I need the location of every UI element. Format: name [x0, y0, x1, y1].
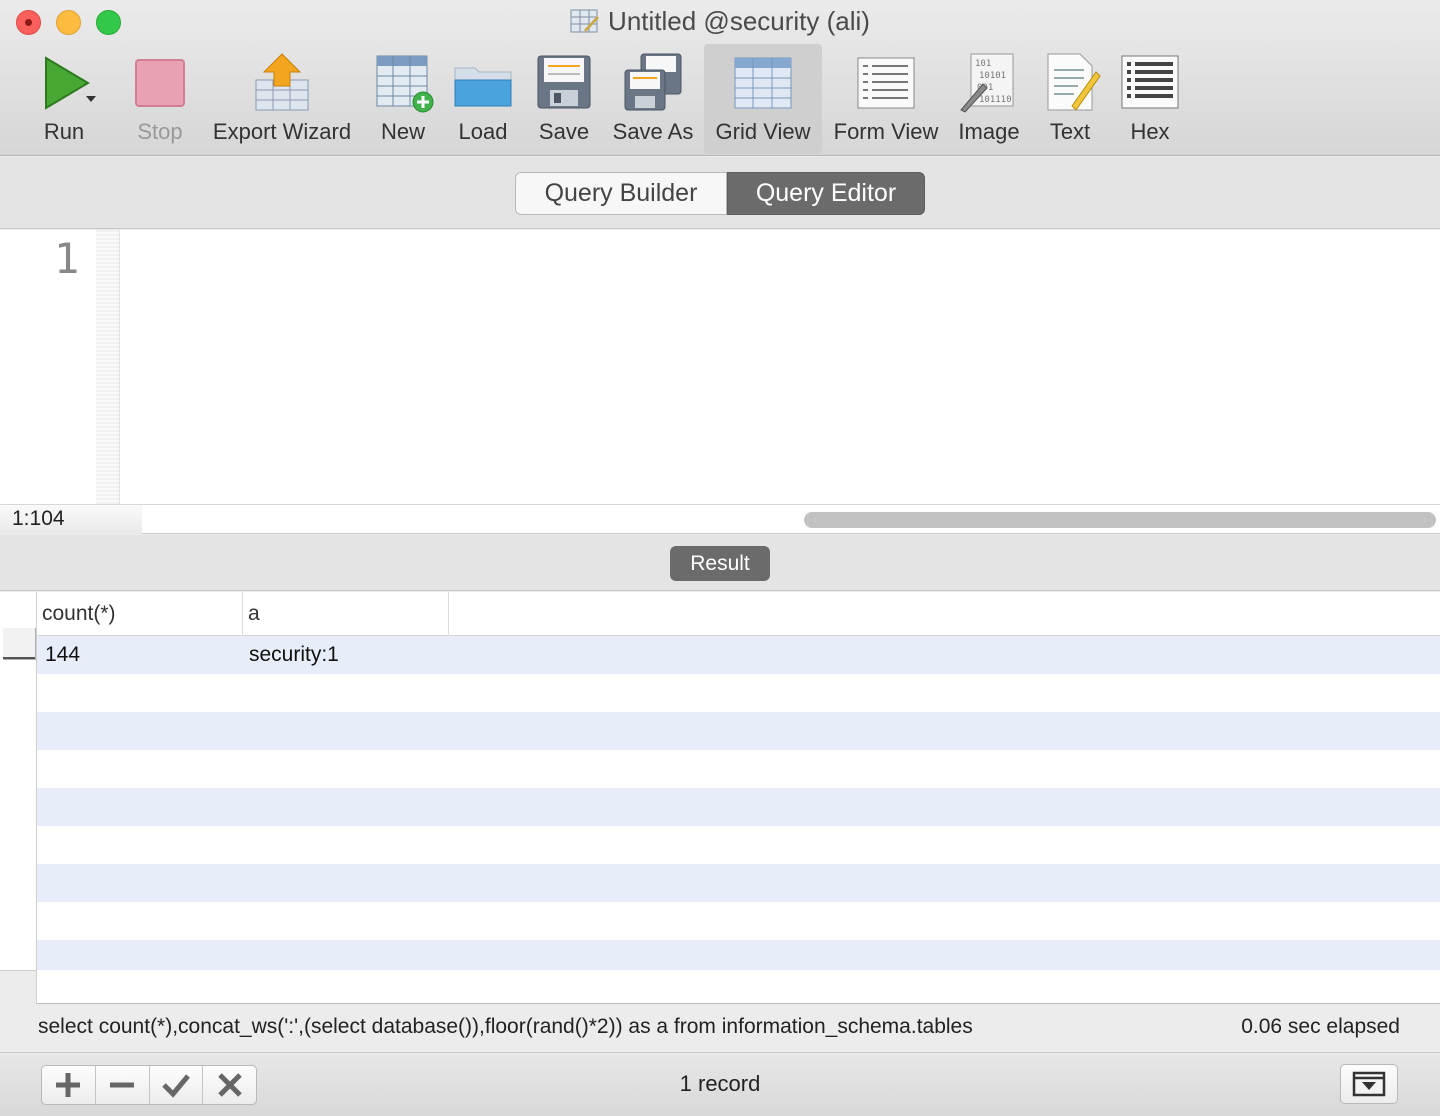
- svg-text:101110: 101110: [979, 95, 1012, 105]
- save-as-label: Save As: [612, 119, 694, 144]
- result-tab[interactable]: Result: [670, 546, 770, 581]
- row-header-column: [0, 592, 37, 970]
- cell-count[interactable]: 144: [45, 636, 80, 674]
- image-label: Image: [958, 119, 1020, 144]
- stop-label: Stop: [137, 119, 183, 144]
- empty-row: [37, 902, 1440, 940]
- cell-a[interactable]: security:1: [249, 636, 339, 674]
- empty-row: [37, 750, 1440, 788]
- dropdown-menu-icon: [1352, 1071, 1386, 1097]
- tab-query-builder[interactable]: Query Builder: [515, 172, 727, 215]
- grid-header: count(*) a: [37, 592, 1440, 636]
- export-wizard-label: Export Wizard: [212, 119, 352, 144]
- empty-row: [37, 788, 1440, 826]
- table-row[interactable]: 144 security:1: [37, 636, 1440, 674]
- horizontal-scrollbar[interactable]: [804, 512, 1436, 528]
- sql-editor[interactable]: 1 oor(rand()*2)) as a from information_s…: [0, 230, 1440, 505]
- record-count: 1 record: [679, 1071, 761, 1096]
- text-button[interactable]: Text: [1036, 44, 1104, 154]
- image-button[interactable]: 101 10101 001 101110 Image: [952, 44, 1026, 154]
- hex-label: Hex: [1130, 119, 1170, 144]
- query-status: select count(*),concat_ws(':',(select da…: [0, 1005, 1440, 1053]
- fold-gutter: [96, 230, 119, 505]
- grid-view-button[interactable]: Grid View: [704, 44, 822, 154]
- grid-divider: [36, 970, 37, 1004]
- load-label: Load: [458, 119, 508, 144]
- svg-text:101: 101: [975, 59, 991, 69]
- form-view-button[interactable]: Form View: [828, 44, 944, 154]
- svg-text:10101: 10101: [979, 71, 1006, 81]
- export-wizard-button[interactable]: Export Wizard: [206, 44, 358, 154]
- window-title: Untitled @security (ali): [0, 6, 1440, 37]
- save-as-icon: [624, 53, 682, 111]
- binary-image-icon: 101 10101 001 101110: [960, 53, 1014, 113]
- stop-icon: [135, 59, 185, 107]
- line-number: 1: [54, 234, 80, 283]
- line-gutter: 1: [0, 230, 120, 505]
- column-header-a[interactable]: a: [243, 592, 449, 636]
- grid-corner: [0, 970, 37, 1004]
- row-header-selected[interactable]: [3, 628, 36, 660]
- save-button[interactable]: Save: [530, 44, 598, 154]
- options-menu-button[interactable]: [1340, 1064, 1398, 1104]
- bottom-bar: 1 record: [0, 1054, 1440, 1116]
- elapsed-time: 0.06 sec elapsed: [1241, 1015, 1400, 1038]
- executed-sql: select count(*),concat_ws(':',(select da…: [38, 1015, 973, 1038]
- save-as-button[interactable]: Save As: [608, 44, 698, 154]
- new-button[interactable]: New: [366, 44, 440, 154]
- empty-row: [37, 712, 1440, 750]
- form-view-icon: [857, 57, 915, 109]
- empty-row: [37, 674, 1440, 712]
- run-icon: [45, 56, 96, 110]
- column-header-count[interactable]: count(*): [37, 592, 243, 636]
- empty-row: [37, 940, 1440, 970]
- query-document-icon: [570, 9, 600, 33]
- text-label: Text: [1049, 119, 1091, 144]
- form-view-label: Form View: [833, 119, 939, 144]
- text-document-icon: [1047, 53, 1101, 111]
- save-label: Save: [538, 119, 590, 144]
- new-table-icon: [376, 55, 434, 113]
- export-wizard-icon: [255, 53, 309, 111]
- folder-icon: [454, 67, 512, 107]
- editor-status-bar: 1:104: [0, 504, 1440, 534]
- load-button[interactable]: Load: [448, 44, 518, 154]
- hex-button[interactable]: Hex: [1116, 44, 1184, 154]
- new-label: New: [380, 119, 425, 144]
- stop-button[interactable]: Stop: [122, 44, 198, 154]
- empty-row: [37, 864, 1440, 902]
- run-label: Run: [43, 119, 85, 144]
- run-button[interactable]: Run: [22, 44, 106, 154]
- result-grid[interactable]: count(*) a 144 security:1: [0, 592, 1440, 1004]
- floppy-disk-icon: [537, 55, 591, 109]
- window-title-text: Untitled @security (ali): [608, 6, 870, 36]
- empty-row: [37, 826, 1440, 864]
- window-toolbar: Untitled @security (ali) Run Stop Export…: [0, 0, 1440, 156]
- tab-query-editor[interactable]: Query Editor: [727, 172, 925, 215]
- cursor-position: 1:104: [0, 505, 142, 534]
- grid-view-label: Grid View: [715, 119, 811, 144]
- grid-view-icon: [734, 57, 792, 109]
- hex-grid-icon: [1121, 55, 1179, 109]
